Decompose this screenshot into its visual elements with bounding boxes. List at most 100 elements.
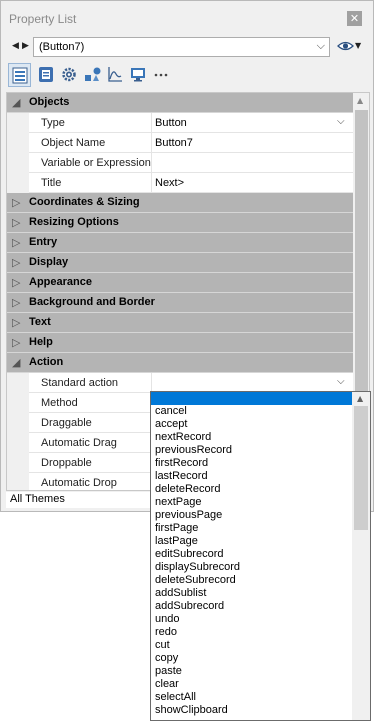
list-item[interactable]: showClipboard (155, 704, 228, 717)
collapsed-arrow-icon: ▷ (12, 236, 21, 249)
property-value[interactable]: Button (155, 117, 187, 129)
object-selector-value: (Button7) (39, 41, 85, 53)
chevron-down-icon: ⌵ (316, 39, 325, 52)
list-item[interactable]: lastRecord (155, 470, 208, 483)
category-label: Resizing Options (29, 216, 119, 228)
list-item[interactable]: nextPage (155, 496, 201, 509)
list-item[interactable]: previousPage (155, 509, 222, 522)
more-button[interactable] (150, 63, 173, 87)
dropdown-scrollbar[interactable]: ▲ (352, 392, 370, 720)
list-item[interactable]: cancel (155, 405, 187, 418)
list-item[interactable]: cut (155, 639, 170, 652)
property-toolbar (8, 63, 368, 88)
collapsed-arrow-icon: ▷ (12, 336, 21, 349)
category-label: Background and Border (29, 296, 155, 308)
list-item[interactable]: displaySubrecord (155, 561, 240, 574)
dropdown-scrollbar-thumb[interactable] (354, 406, 368, 530)
list-item[interactable]: firstRecord (155, 457, 208, 470)
category-label: Text (29, 316, 51, 328)
category-label: Entry (29, 236, 58, 248)
list-item[interactable]: deleteRecord (155, 483, 220, 496)
category-label: Display (29, 256, 69, 268)
collapsed-arrow-icon: ▷ (12, 256, 21, 269)
property-row-standard-action[interactable]: Standard action ⌵ (7, 373, 353, 393)
standard-action-dropdown-list[interactable]: cancel accept nextRecord previousRecord … (150, 391, 371, 721)
list-item[interactable]: paste (155, 665, 182, 678)
category-display[interactable]: ▷ Display (7, 253, 353, 273)
chart-button[interactable] (104, 63, 127, 87)
chart-icon (108, 67, 122, 82)
form-button[interactable] (35, 63, 58, 87)
gear-icon (62, 67, 76, 82)
monitor-icon (131, 68, 145, 82)
window-title: Property List (9, 12, 77, 26)
property-name: Method (41, 397, 78, 409)
category-coordinates-sizing[interactable]: ▷ Coordinates & Sizing (7, 193, 353, 213)
selected-empty-option[interactable] (151, 392, 352, 405)
list-item[interactable]: copy (155, 652, 178, 665)
property-row-variable[interactable]: Variable or Expression (7, 153, 353, 173)
list-item[interactable]: previousRecord (155, 444, 232, 457)
list-item[interactable]: undo (155, 613, 179, 626)
category-action[interactable]: ◢ Action (7, 353, 353, 373)
list-item[interactable]: addSubrecord (155, 600, 224, 613)
property-name: Automatic Drag (41, 437, 117, 449)
category-label: Appearance (29, 276, 92, 288)
category-objects[interactable]: ◢ Objects (7, 93, 353, 113)
category-help[interactable]: ▷ Help (7, 333, 353, 353)
expanded-arrow-icon: ◢ (12, 356, 21, 369)
collapsed-arrow-icon: ▷ (12, 196, 21, 209)
category-entry[interactable]: ▷ Entry (7, 233, 353, 253)
property-row-title[interactable]: Title Next> (7, 173, 353, 193)
property-list-icon (12, 67, 28, 84)
previous-object-button[interactable]: ◀ (12, 41, 19, 51)
display-button[interactable] (127, 63, 150, 87)
list-item[interactable]: firstPage (155, 522, 198, 535)
close-button[interactable]: ✕ (347, 11, 362, 26)
list-item[interactable]: addSublist (155, 587, 206, 600)
list-item[interactable]: nextRecord (155, 431, 211, 444)
property-value[interactable]: Button7 (155, 137, 193, 149)
property-name: Title (41, 177, 62, 189)
collapsed-arrow-icon: ▷ (12, 296, 21, 309)
category-background-border[interactable]: ▷ Background and Border (7, 293, 353, 313)
eye-icon (337, 41, 354, 51)
chevron-down-icon[interactable]: ⌵ (337, 116, 345, 127)
category-appearance[interactable]: ▷ Appearance (7, 273, 353, 293)
list-item[interactable]: accept (155, 418, 187, 431)
title-bar: Property List ✕ (1, 1, 373, 34)
collapsed-arrow-icon: ▷ (12, 216, 21, 229)
property-row-object-name[interactable]: Object Name Button7 (7, 133, 353, 153)
shapes-button[interactable] (81, 63, 104, 87)
property-value[interactable]: Next> (155, 177, 184, 189)
category-resizing-options[interactable]: ▷ Resizing Options (7, 213, 353, 233)
scroll-up-arrow-icon[interactable]: ▲ (357, 96, 363, 105)
list-item[interactable]: editSubrecord (155, 548, 224, 561)
category-label: Coordinates & Sizing (29, 196, 140, 208)
category-text[interactable]: ▷ Text (7, 313, 353, 333)
chevron-down-icon[interactable]: ⌵ (337, 376, 345, 387)
shapes-icon (85, 67, 101, 81)
category-label: Action (29, 356, 64, 368)
list-item[interactable]: deleteSubrecord (155, 574, 236, 587)
list-item[interactable]: lastPage (155, 535, 198, 548)
themes-label: All Themes (10, 493, 65, 505)
form-icon (39, 67, 53, 82)
object-selector[interactable]: (Button7) ⌵ (33, 37, 330, 57)
visibility-button[interactable]: ▼ (337, 38, 363, 56)
list-item[interactable]: clear (155, 678, 179, 691)
next-object-button[interactable]: ▶ (22, 41, 29, 51)
property-row-type[interactable]: Type Button ⌵ (7, 113, 353, 133)
scroll-up-arrow-icon[interactable]: ▲ (357, 394, 363, 403)
collapsed-arrow-icon: ▷ (12, 276, 21, 289)
category-label: Objects (29, 96, 70, 108)
settings-button[interactable] (58, 63, 81, 87)
list-item[interactable]: redo (155, 626, 177, 639)
expanded-arrow-icon: ◢ (12, 96, 21, 109)
property-name: Droppable (41, 457, 92, 469)
property-list-button[interactable] (8, 63, 31, 87)
collapsed-arrow-icon: ▷ (12, 316, 21, 329)
property-name: Type (41, 117, 65, 129)
list-item[interactable]: selectAll (155, 691, 196, 704)
more-icon (154, 73, 168, 77)
